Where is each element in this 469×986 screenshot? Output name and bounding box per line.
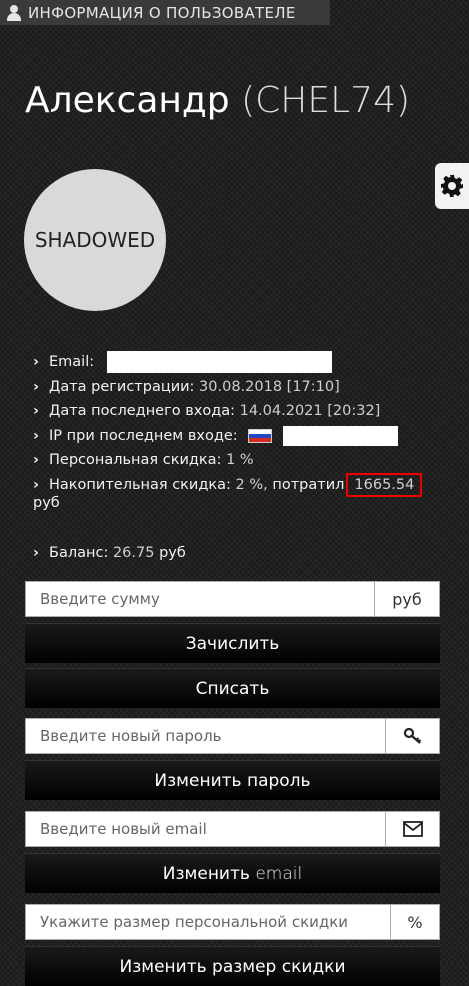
user-info-list: Email: Дата регистрации: 30.08.2018 [17:… [33, 350, 453, 497]
key-icon [403, 727, 421, 744]
info-email: Email: [33, 350, 453, 375]
profile-name: Александр (CHEL74) [25, 80, 410, 121]
email-label: Email: [49, 354, 95, 370]
change-discount-button[interactable]: Изменить размер скидки [25, 946, 440, 986]
ip-label: IP при последнем входе: [49, 427, 238, 444]
balance-label: Баланс: [49, 545, 109, 561]
registration-label: Дата регистрации: [49, 378, 195, 395]
user-icon [6, 4, 22, 21]
change-email-button[interactable]: Изменить email [25, 853, 440, 893]
spent-label: потратил [272, 476, 345, 493]
personal-discount-value: 1 % [226, 452, 254, 468]
section-title: ИНФОРМАЦИЯ О ПОЛЬЗОВАТЕЛЕ [28, 3, 296, 22]
balance-unit: руб [159, 545, 186, 561]
spent-unit: руб [33, 495, 60, 511]
section-header: ИНФОРМАЦИЯ О ПОЛЬЗОВАТЕЛЕ [0, 0, 330, 25]
profile-nick: (CHEL74) [241, 80, 411, 121]
registration-value: 30.08.2018 [17:10] [199, 378, 340, 395]
discount-form: % [25, 904, 440, 940]
amount-form: руб [25, 581, 440, 617]
gear-icon [441, 175, 463, 197]
envelope-icon [402, 821, 423, 837]
password-addon[interactable] [385, 718, 440, 754]
accum-discount-label: Накопительная скидка: [49, 476, 231, 493]
change-password-button[interactable]: Изменить пароль [25, 760, 440, 800]
email-addon[interactable] [385, 811, 440, 847]
currency-addon: руб [374, 581, 440, 617]
avatar-text: SHADOWED [34, 228, 156, 252]
balance-value: 26.75 [112, 545, 155, 561]
last-login-value: 14.04.2021 [20:32] [239, 403, 381, 419]
discount-input[interactable] [25, 904, 390, 940]
amount-input[interactable] [25, 581, 374, 617]
spent-value: 1665.54 [346, 472, 423, 497]
info-ip: IP при последнем входе: [33, 424, 453, 449]
personal-discount-label: Персональная скидка: [49, 452, 222, 468]
change-email-label: Изменить [162, 863, 250, 884]
settings-button[interactable] [435, 163, 469, 209]
ip-redacted [282, 425, 398, 446]
info-personal-discount: Персональная скидка: 1 % [33, 448, 453, 473]
email-redacted [106, 351, 332, 373]
new-email-input[interactable] [25, 811, 385, 847]
debit-button[interactable]: Списать [25, 668, 440, 708]
change-email-suffix: email [255, 863, 303, 884]
credit-button[interactable]: Зачислить [25, 623, 440, 663]
percent-addon: % [390, 904, 440, 940]
profile-first-name: Александр [25, 80, 230, 121]
info-last-login: Дата последнего входа: 14.04.2021 [20:32… [33, 399, 453, 424]
info-accumulative-discount: Накопительная скидка: 2 %, потратил1665.… [33, 472, 453, 498]
email-form [25, 811, 440, 847]
russia-flag-icon [248, 428, 273, 443]
new-password-input[interactable] [25, 718, 385, 754]
last-login-label: Дата последнего входа: [49, 403, 235, 419]
balance-line: Баланс: 26.75 руб [33, 541, 186, 566]
password-form [25, 718, 440, 754]
avatar: SHADOWED [24, 169, 166, 311]
info-registration: Дата регистрации: 30.08.2018 [17:10] [33, 375, 453, 400]
accum-discount-value: 2 %, [235, 476, 268, 493]
